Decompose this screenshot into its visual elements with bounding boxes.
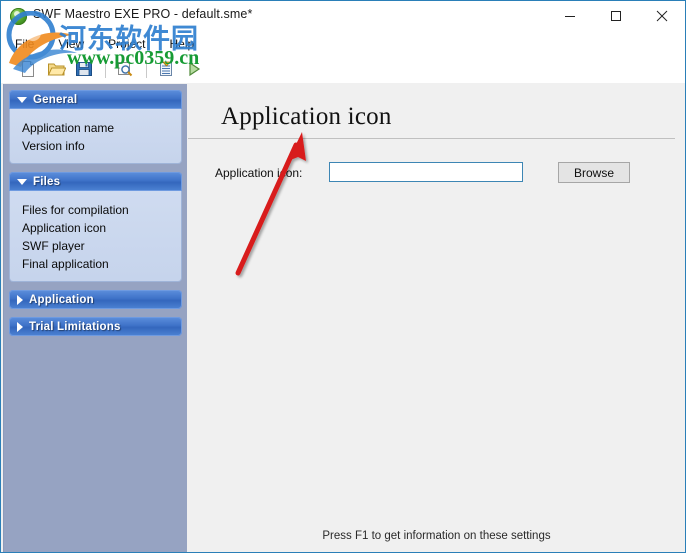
main-pane: Application icon Application icon: Brows… (188, 83, 685, 552)
application-icon-label: Application icon: (215, 166, 303, 180)
sidebar-panel-files: Files Files for compilation Application … (9, 172, 182, 282)
sidebar-panel-application-title: Application (29, 293, 94, 306)
compile-list-icon[interactable] (153, 57, 179, 81)
close-icon[interactable] (639, 1, 685, 31)
menu-item-project[interactable]: Project (108, 33, 155, 55)
save-floppy-icon[interactable] (71, 57, 97, 81)
title-divider (188, 138, 675, 139)
sidebar: General Application name Version info Fi… (3, 84, 187, 552)
application-icon-field-row: Application icon: Browse (215, 162, 675, 184)
chevron-right-icon (17, 294, 23, 305)
sidebar-panel-general: General Application name Version info (9, 90, 182, 164)
toolbar-separator (146, 60, 147, 78)
menu-item-view[interactable]: View (58, 33, 94, 55)
sidebar-item-application-name[interactable]: Application name (22, 119, 181, 137)
browse-button[interactable]: Browse (558, 162, 630, 183)
sidebar-panel-trial-limitations-header[interactable]: Trial Limitations (9, 317, 182, 336)
toolbar (1, 55, 685, 84)
sidebar-panel-trial-limitations: Trial Limitations (9, 317, 182, 336)
new-file-icon[interactable] (15, 57, 41, 81)
run-play-icon[interactable] (181, 57, 207, 81)
sidebar-panel-files-title: Files (33, 175, 61, 188)
sidebar-panel-general-body: Application name Version info (9, 109, 182, 164)
open-folder-icon[interactable] (43, 57, 69, 81)
menu-item-help[interactable]: Help (170, 33, 205, 55)
sidebar-item-files-for-compilation[interactable]: Files for compilation (22, 201, 181, 219)
content-area: General Application name Version info Fi… (1, 83, 685, 552)
title-bar: SWF Maestro EXE PRO - default.sme* (1, 1, 685, 33)
sidebar-panel-application: Application (9, 290, 182, 309)
menu-bar: File View Project Help (1, 33, 685, 55)
sidebar-panel-trial-limitations-title: Trial Limitations (29, 320, 121, 333)
sidebar-item-final-application[interactable]: Final application (22, 255, 181, 273)
status-hint-text: Press F1 to get information on these set… (322, 530, 551, 542)
sidebar-item-application-icon[interactable]: Application icon (22, 219, 181, 237)
application-icon-input[interactable] (329, 162, 523, 182)
sidebar-panel-files-header[interactable]: Files (9, 172, 182, 191)
sidebar-item-swf-player[interactable]: SWF player (22, 237, 181, 255)
toolbar-separator (105, 60, 106, 78)
app-green-circle-icon (10, 8, 27, 25)
page-title: Application icon (221, 103, 392, 130)
preview-magnifier-icon[interactable] (112, 57, 138, 81)
sidebar-panel-general-header[interactable]: General (9, 90, 182, 109)
application-window: SWF Maestro EXE PRO - default.sme* File V… (0, 0, 686, 553)
maximize-icon[interactable] (593, 1, 639, 31)
sidebar-panel-files-body: Files for compilation Application icon S… (9, 191, 182, 282)
chevron-down-icon (17, 96, 27, 103)
menu-item-file[interactable]: File (15, 33, 44, 55)
sidebar-panel-application-header[interactable]: Application (9, 290, 182, 309)
sidebar-panel-general-title: General (33, 93, 78, 106)
window-title: SWF Maestro EXE PRO - default.sme* (33, 7, 253, 21)
chevron-right-icon (17, 321, 23, 332)
minimize-icon[interactable] (547, 1, 593, 31)
sidebar-item-version-info[interactable]: Version info (22, 137, 181, 155)
chevron-down-icon (17, 178, 27, 185)
